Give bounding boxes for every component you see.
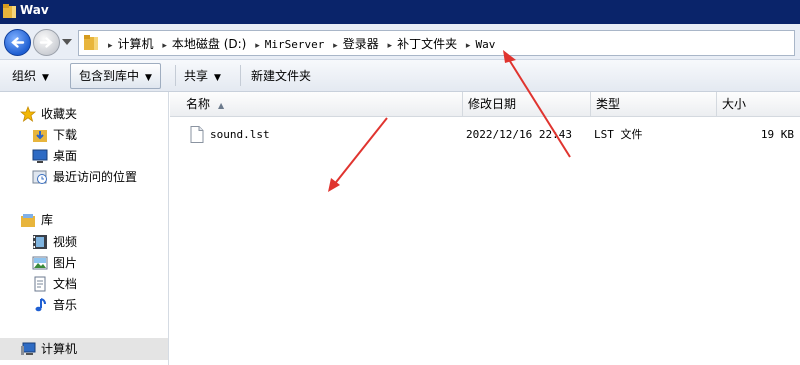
chevron-right-icon[interactable]: ▸ [388, 41, 393, 51]
breadcrumb: ▸ 计算机 ▸ 本地磁盘 (D:) ▸ MirServer ▸ 登录器 ▸ 补丁文件夹 ▸… [103, 35, 495, 52]
sidebar-item-label: 下载 [53, 128, 78, 142]
recent-pages-dropdown-icon[interactable] [62, 39, 72, 45]
sidebar-item-label: 计算机 [41, 342, 78, 356]
share-label: 共享 [184, 69, 209, 83]
column-header-modified[interactable]: 修改日期 [462, 92, 591, 116]
chevron-right-icon[interactable]: ▸ [162, 41, 167, 51]
breadcrumb-local-disk[interactable]: 本地磁盘 (D:) [172, 37, 246, 51]
include-in-library-menu[interactable]: 包含到库中 ▼ [70, 63, 161, 89]
chevron-right-icon[interactable]: ▸ [108, 41, 113, 51]
breadcrumb-patch-folder[interactable]: 补丁文件夹 [397, 37, 457, 51]
file-modified: 2022/12/16 22:43 [466, 128, 572, 141]
chevron-down-icon: ▼ [145, 73, 152, 83]
include-in-library-label: 包含到库中 [79, 69, 140, 83]
command-toolbar: 组织 ▼ 包含到库中 ▼ 共享 ▼ 新建文件夹 [0, 60, 800, 92]
file-list-pane: 名称 ▲ 修改日期 类型 大小 sound.lst 2022/12/16 22:4… [170, 92, 800, 365]
address-bar: ▸ 计算机 ▸ 本地磁盘 (D:) ▸ MirServer ▸ 登录器 ▸ 补丁文件夹 ▸… [0, 24, 800, 60]
arrow-left-icon [11, 37, 25, 48]
organize-menu[interactable]: 组织 ▼ [12, 66, 49, 86]
sort-ascending-icon: ▲ [218, 101, 225, 110]
new-folder-label: 新建文件夹 [251, 69, 312, 83]
libraries-icon [21, 213, 35, 227]
breadcrumb-mirserver[interactable]: MirServer [265, 38, 325, 51]
sidebar-item-videos[interactable]: 视频 [32, 232, 77, 252]
breadcrumb-launcher[interactable]: 登录器 [343, 37, 379, 51]
chevron-right-icon[interactable]: ▸ [333, 41, 338, 51]
sidebar-item-music[interactable]: 音乐 [32, 295, 77, 315]
column-header-type[interactable]: 类型 [590, 92, 717, 116]
sidebar-item-label: 库 [41, 213, 54, 227]
column-header-name[interactable]: 名称 ▲ [180, 92, 463, 116]
chevron-down-icon: ▼ [42, 73, 49, 83]
file-type: LST 文件 [594, 128, 643, 141]
back-button[interactable] [4, 29, 31, 56]
folder-icon [84, 35, 98, 50]
sidebar-item-label: 最近访问的位置 [53, 170, 138, 184]
column-header-label: 名称 [186, 97, 211, 111]
file-row[interactable]: sound.lst 2022/12/16 22:43 LST 文件 19 KB [170, 124, 800, 146]
breadcrumb-computer[interactable]: 计算机 [118, 37, 154, 51]
sidebar-item-label: 图片 [53, 256, 78, 270]
music-note-icon [35, 297, 46, 311]
sidebar-item-label: 桌面 [53, 149, 78, 163]
address-box[interactable]: ▸ 计算机 ▸ 本地磁盘 (D:) ▸ MirServer ▸ 登录器 ▸ 补丁文件夹 ▸… [78, 30, 795, 56]
sidebar-item-label: 视频 [53, 235, 78, 249]
share-menu[interactable]: 共享 ▼ [184, 66, 221, 86]
column-header-size[interactable]: 大小 [716, 92, 800, 116]
arrow-right-icon [39, 37, 53, 48]
column-header-label: 修改日期 [468, 97, 517, 111]
desktop-icon [32, 149, 48, 163]
sidebar-item-downloads[interactable]: 下载 [32, 125, 77, 145]
window-title: Wav [20, 3, 49, 17]
sidebar-item-documents[interactable]: 文档 [32, 274, 77, 294]
column-header-label: 类型 [596, 97, 621, 111]
sidebar-item-libraries[interactable]: 库 [20, 210, 53, 230]
chevron-right-icon[interactable]: ▸ [255, 41, 260, 51]
computer-icon [21, 342, 36, 355]
star-icon [20, 105, 36, 122]
sidebar-item-computer[interactable]: 计算机 [20, 339, 77, 359]
organize-label: 组织 [12, 69, 37, 83]
navigation-pane: 收藏夹 下载 桌面 最近访问的位置 库 视频 图片 文档 音乐 计算机 [0, 92, 169, 365]
file-icon [190, 126, 204, 143]
chevron-right-icon[interactable]: ▸ [466, 41, 471, 51]
sidebar-item-pictures[interactable]: 图片 [32, 253, 77, 273]
sidebar-item-desktop[interactable]: 桌面 [32, 146, 77, 166]
video-icon [33, 234, 47, 249]
title-bar: Wav [0, 0, 800, 24]
documents-icon [34, 276, 46, 291]
recent-places-icon [32, 170, 47, 184]
sidebar-item-label: 文档 [53, 277, 78, 291]
sidebar-item-favorites[interactable]: 收藏夹 [20, 104, 77, 124]
sidebar-item-label: 音乐 [53, 298, 78, 312]
sidebar-item-recent-places[interactable]: 最近访问的位置 [32, 167, 137, 187]
pictures-icon [32, 256, 48, 269]
folder-icon [3, 4, 16, 18]
downloads-folder-icon [33, 129, 47, 142]
file-name[interactable]: sound.lst [210, 124, 270, 146]
sidebar-item-label: 收藏夹 [41, 107, 78, 121]
new-folder-button[interactable]: 新建文件夹 [251, 66, 311, 86]
forward-button[interactable] [33, 29, 60, 56]
breadcrumb-wav[interactable]: Wav [475, 38, 495, 51]
column-header-row: 名称 ▲ 修改日期 类型 大小 [170, 92, 800, 117]
toolbar-divider [175, 65, 176, 86]
chevron-down-icon: ▼ [214, 73, 221, 83]
toolbar-divider [240, 65, 241, 86]
file-size: 19 KB [760, 128, 794, 141]
column-header-label: 大小 [722, 97, 747, 111]
